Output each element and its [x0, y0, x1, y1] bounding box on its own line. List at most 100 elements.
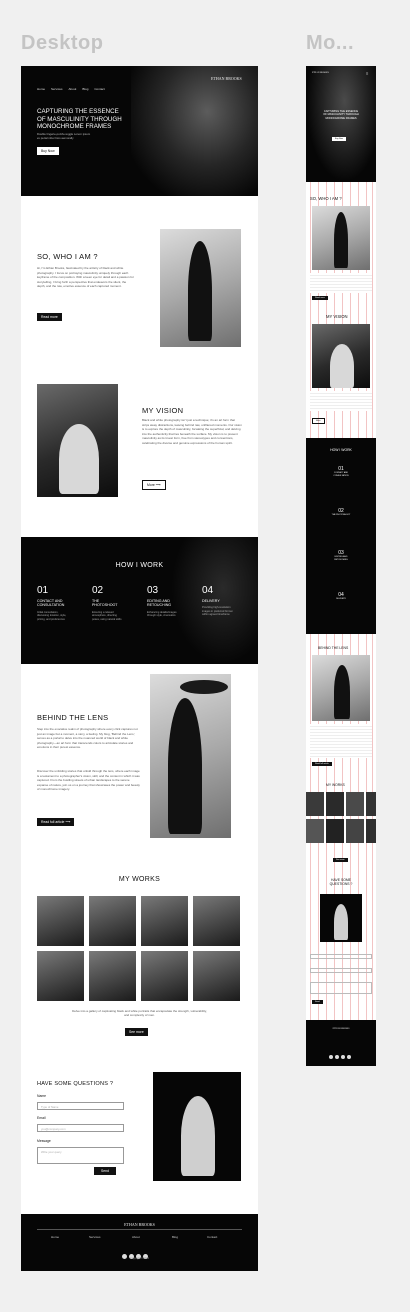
vision-body: Black and white photography isn't just a…: [142, 418, 242, 445]
mobile-youtube-icon[interactable]: [347, 1055, 351, 1059]
footer-link-about[interactable]: About: [132, 1235, 140, 1239]
mobile-twitter-icon[interactable]: [335, 1055, 339, 1059]
work-photo-4[interactable]: [193, 896, 240, 946]
lens-body-2: Discover the unfolding stories that unfo…: [37, 769, 140, 791]
mobile-read-more-button[interactable]: Read more: [312, 296, 328, 300]
name-field[interactable]: Type of Name: [37, 1102, 124, 1110]
footer-link-blog[interactable]: Blog: [172, 1235, 178, 1239]
mobile-email-field[interactable]: [310, 968, 372, 973]
see-more-button[interactable]: See more: [125, 1028, 148, 1036]
contact-heading: HAVE SOME QUESTIONS ?: [37, 1081, 114, 1087]
work-photo-1[interactable]: [37, 896, 84, 946]
mobile-work-8[interactable]: [366, 819, 376, 843]
mobile-vision-photo: [312, 324, 370, 388]
mobile-read-full-article-button[interactable]: Read full article: [312, 762, 332, 766]
mobile-social-icons: [328, 1046, 352, 1064]
nav-about[interactable]: About: [69, 87, 77, 91]
mobile-work-5[interactable]: [306, 819, 324, 843]
mobile-step-2: 02 THE PHOTOSHOOT: [331, 508, 351, 516]
nav-home[interactable]: Home: [37, 87, 45, 91]
mobile-who-photo: [312, 206, 370, 270]
mobile-work-1[interactable]: [306, 792, 324, 816]
mobile-message-field[interactable]: [310, 982, 372, 994]
footer-brand[interactable]: ETHAN BROOKS: [21, 1222, 258, 1227]
contact-photo: [153, 1072, 241, 1181]
footer-link-contact[interactable]: Contact: [207, 1235, 217, 1239]
email-label: Email: [37, 1116, 46, 1120]
hero-brand-logo[interactable]: ETHAN BROOKS: [211, 76, 242, 81]
how-step-4: 04 DELIVERY Providing high-resolution ima…: [202, 585, 233, 617]
message-label: Message: [37, 1139, 51, 1143]
vision-heading: MY VISION: [142, 406, 184, 415]
works-caption: Delve into a gallery of captivating blac…: [72, 1009, 207, 1018]
mobile-send-button[interactable]: Send: [312, 1000, 323, 1004]
mobile-hero-title: CAPTURING THE ESSENCE OF MASCULINITY THRO…: [323, 110, 359, 120]
work-photo-6[interactable]: [89, 951, 136, 1001]
footer-divider: [37, 1229, 242, 1230]
mobile-footer: ETHAN BROOKS: [306, 1020, 376, 1066]
work-photo-8[interactable]: [193, 951, 240, 1001]
mobile-work-6[interactable]: [326, 819, 344, 843]
how-heading: HOW I WORK: [115, 562, 164, 569]
mobile-brand[interactable]: ETHAN BROOKS: [312, 72, 329, 74]
mobile-lens-heading: BEHIND THE LENS: [318, 646, 349, 650]
mobile-facebook-icon[interactable]: [341, 1055, 345, 1059]
vision-photo: [37, 384, 118, 497]
mobile-frame: ETHAN BROOKS ≡ CAPTURING THE ESSENCE OF M…: [306, 66, 376, 1066]
hero-subtitle: Double lingerie-puzzle-toggle Lorem ipsu…: [37, 132, 91, 140]
more-button[interactable]: More ⟶: [142, 480, 166, 490]
mobile-how-heading: HOW I WORK: [330, 448, 352, 452]
social-icons: [121, 1246, 149, 1264]
who-body: Hi, I'm Ethan Brooks, fascinated by the …: [37, 266, 134, 288]
mobile-work-7[interactable]: [346, 819, 364, 843]
mobile-lens-photo: [312, 655, 370, 721]
mobile-frame-label: Mo...: [306, 32, 355, 54]
hero-section: Home Services About Blog Contact ETHAN BROOK…: [21, 66, 258, 196]
mobile-instagram-icon[interactable]: [329, 1055, 333, 1059]
works-heading: MY WORKS: [118, 876, 161, 883]
mobile-buy-now-button[interactable]: Buy Now: [332, 137, 347, 141]
mobile-works-heading: MY WORKS: [326, 783, 345, 787]
work-photo-3[interactable]: [141, 896, 188, 946]
who-heading: SO, WHO I AM ?: [37, 252, 98, 261]
how-step-2: 02 THE PHOTOSHOOT Ensuring a relaxed atmos…: [92, 585, 122, 621]
work-photo-5[interactable]: [37, 951, 84, 1001]
mobile-vision-body: [310, 391, 372, 411]
mobile-work-3[interactable]: [346, 792, 364, 816]
who-section: SO, WHO I AM ? Hi, I'm Ethan Brooks, fas…: [21, 196, 258, 516]
nav-contact[interactable]: Contact: [94, 87, 104, 91]
message-field[interactable]: Write your query: [37, 1147, 124, 1164]
send-button[interactable]: Send: [94, 1167, 116, 1175]
hero-nav: Home Services About Blog Contact: [37, 77, 111, 95]
mobile-step-4: 04 DELIVERY: [336, 592, 346, 600]
mobile-work-4[interactable]: [366, 792, 376, 816]
mobile-see-more-button[interactable]: See more: [333, 858, 348, 862]
read-more-button[interactable]: Read more: [37, 313, 62, 321]
mobile-menu-icon[interactable]: ≡: [366, 71, 368, 76]
hero-title: CAPTURING THE ESSENCE OF MASCULINITY THRO…: [37, 108, 122, 131]
how-step-1: 01 CONTACT AND CONSULTATION Initial consu…: [37, 585, 67, 621]
lens-body-1: Step into the evocative realm of photogr…: [37, 727, 138, 749]
footer-link-home[interactable]: Home: [51, 1235, 59, 1239]
read-full-article-button[interactable]: Read full article ⟶: [37, 818, 75, 826]
who-photo: [160, 229, 241, 347]
nav-blog[interactable]: Blog: [82, 87, 88, 91]
buy-now-button[interactable]: Buy Now: [37, 147, 59, 155]
desktop-frame-label: Desktop: [21, 32, 104, 54]
mobile-work-2[interactable]: [326, 792, 344, 816]
mobile-more-button[interactable]: More: [312, 418, 325, 424]
nav-services[interactable]: Services: [51, 87, 63, 91]
how-step-3: 03 EDITING AND RETOUCHING Enhancing detai…: [147, 585, 177, 618]
how-section: HOW I WORK 01 CONTACT AND CONSULTATION In…: [21, 537, 258, 664]
work-photo-7[interactable]: [141, 951, 188, 1001]
name-label: Name: [37, 1094, 47, 1098]
mobile-name-field[interactable]: [310, 954, 372, 959]
mobile-lens-body: [310, 724, 372, 758]
work-photo-2[interactable]: [89, 896, 136, 946]
mobile-hero: ETHAN BROOKS ≡ CAPTURING THE ESSENCE OF M…: [306, 66, 376, 182]
email-field[interactable]: you@company.com: [37, 1124, 124, 1132]
hero-photo: [131, 66, 258, 196]
mobile-how-section: HOW I WORK 01 CONTACT AND CONSULTATION 02 T…: [306, 438, 376, 634]
footer-link-services[interactable]: Services: [89, 1235, 101, 1239]
mobile-footer-brand[interactable]: ETHAN BROOKS: [306, 1028, 376, 1030]
